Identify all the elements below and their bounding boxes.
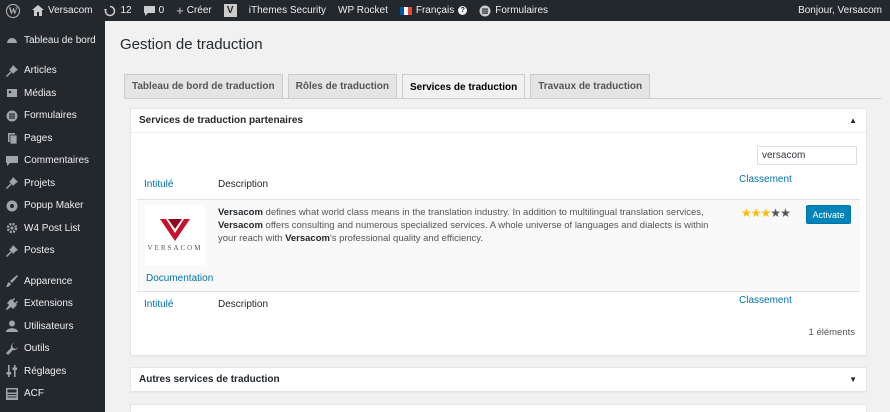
rating-stars: ★★★★★ <box>741 206 791 220</box>
versacom-logo-mark <box>160 218 190 241</box>
wp-rocket-menu[interactable]: WP Rocket <box>332 0 394 21</box>
service-description: Versacom defines what world class means … <box>218 207 709 244</box>
plugin-v-menu[interactable]: V <box>218 0 243 21</box>
media-icon <box>6 87 18 99</box>
column-rating-header[interactable]: Classement <box>739 174 792 185</box>
brush-icon <box>6 275 18 288</box>
greeting: Bonjour, Versacom <box>798 5 882 16</box>
star-filled-icon: ★ <box>760 206 772 220</box>
column-description-header: Description <box>218 179 269 190</box>
column-title-header[interactable]: Intitulé <box>144 179 173 190</box>
grid-icon <box>6 387 18 400</box>
language-menu[interactable]: Français ? <box>394 0 473 21</box>
expand-arrow-icon[interactable]: ▼ <box>849 375 857 384</box>
sidebar-item-acf[interactable]: ACF <box>0 383 105 406</box>
dashboard-icon <box>6 34 18 46</box>
forms-menu[interactable]: Formulaires <box>473 0 554 21</box>
plus-icon: + <box>176 3 184 18</box>
new-content-menu[interactable]: + Créer <box>170 0 218 21</box>
column-description-footer: Description <box>218 299 269 310</box>
wrench-icon <box>6 342 18 355</box>
other-services-title: Autres services de traduction <box>139 374 280 385</box>
updates-icon <box>104 5 116 16</box>
sidebar-item-articles[interactable]: Articles <box>0 60 105 83</box>
sidebar-item-utilisateurs[interactable]: Utilisateurs <box>0 315 105 338</box>
french-flag-icon <box>399 6 412 15</box>
pin-icon <box>6 64 18 77</box>
documentation-link[interactable]: Documentation <box>146 273 213 284</box>
site-name-menu[interactable]: Versacom <box>26 0 98 21</box>
pin-icon <box>6 244 18 257</box>
home-icon <box>32 5 44 16</box>
partners-postbox: Services de traduction partenaires ▲ Int… <box>130 108 867 356</box>
comments-count: 0 <box>158 5 165 16</box>
tab-panel: Services de traduction partenaires ▲ Int… <box>124 98 881 412</box>
sidebar-item-reglages[interactable]: Réglages <box>0 360 105 383</box>
new-label: Créer <box>186 5 212 16</box>
forms-icon <box>6 110 18 122</box>
tab-services[interactable]: Services de traduction <box>401 74 526 99</box>
item-count: 1 éléments <box>808 327 855 338</box>
column-rating-footer[interactable]: Classement <box>739 295 792 306</box>
page-icon <box>6 132 18 145</box>
next-postbox <box>130 404 867 412</box>
sidebar-item-apparence[interactable]: Apparence <box>0 270 105 293</box>
comment-icon <box>143 5 155 16</box>
main-content: Gestion de traduction Tableau de bord de… <box>105 21 890 412</box>
sidebar-item-dashboard[interactable]: Tableau de bord <box>0 29 105 52</box>
plug-icon <box>6 297 18 310</box>
other-services-postbox-header[interactable]: Autres services de traduction ▼ <box>131 368 866 391</box>
sidebar-item-commentaires[interactable]: Commentaires <box>0 150 105 173</box>
gear-icon <box>6 222 18 234</box>
sidebar-item-outils[interactable]: Outils <box>0 338 105 361</box>
page-title: Gestion de traduction <box>120 36 263 53</box>
site-name: Versacom <box>48 5 93 16</box>
activate-button[interactable]: Activate <box>806 205 851 224</box>
sidebar-item-extensions[interactable]: Extensions <box>0 293 105 316</box>
comments-menu[interactable]: 0 <box>138 0 171 21</box>
star-filled-icon: ★ <box>741 206 752 220</box>
search-input[interactable] <box>757 146 857 165</box>
updates-count: 12 <box>120 5 132 16</box>
admin-sidebar: Tableau de bord Articles Médias Formulai… <box>0 21 105 412</box>
updates-menu[interactable]: 12 <box>98 0 137 21</box>
wp-logo-menu[interactable]: W <box>0 0 26 21</box>
partners-postbox-header[interactable]: Services de traduction partenaires ▲ <box>131 109 866 133</box>
sidebar-item-formulaires[interactable]: Formulaires <box>0 105 105 128</box>
help-icon: ? <box>458 6 468 15</box>
forms-icon <box>479 5 491 16</box>
my-account-menu[interactable]: Bonjour, Versacom <box>792 0 890 21</box>
collapse-arrow-icon[interactable]: ▲ <box>849 116 857 125</box>
tab-roles[interactable]: Rôles de traduction <box>287 74 397 98</box>
wordpress-icon: W <box>6 3 20 18</box>
column-title-footer[interactable]: Intitulé <box>144 299 173 310</box>
comment-icon <box>6 155 18 167</box>
v-icon: V <box>223 4 237 17</box>
logo-text: VERSACOM <box>147 243 203 252</box>
sidebar-item-postes[interactable]: Postes <box>0 240 105 263</box>
tab-jobs[interactable]: Travaux de traduction <box>530 74 651 98</box>
ithemes-security-menu[interactable]: iThemes Security <box>243 0 332 21</box>
sidebar-item-pages[interactable]: Pages <box>0 127 105 150</box>
other-services-postbox: Autres services de traduction ▼ <box>130 367 867 392</box>
partners-postbox-title: Services de traduction partenaires <box>139 115 303 126</box>
tab-bar: Tableau de bord de traduction Rôles de t… <box>124 74 655 99</box>
star-empty-icon: ★ <box>770 206 781 220</box>
star-empty-icon: ★ <box>780 206 791 220</box>
sidebar-item-popup-maker[interactable]: Popup Maker <box>0 195 105 218</box>
star-filled-icon: ★ <box>750 206 762 220</box>
tab-dashboard[interactable]: Tableau de bord de traduction <box>124 74 283 98</box>
popup-icon <box>6 200 18 212</box>
sidebar-item-medias[interactable]: Médias <box>0 82 105 105</box>
sidebar-item-w4-post-list[interactable]: W4 Post List <box>0 217 105 240</box>
versacom-logo: VERSACOM <box>145 205 205 265</box>
pin-icon <box>6 177 18 190</box>
admin-bar: W Versacom 12 0 + Créer V iThemes Securi… <box>0 0 890 21</box>
language-label: Français <box>415 5 455 16</box>
sidebar-item-projets[interactable]: Projets <box>0 172 105 195</box>
settings-icon <box>6 365 18 378</box>
user-icon <box>6 320 18 333</box>
